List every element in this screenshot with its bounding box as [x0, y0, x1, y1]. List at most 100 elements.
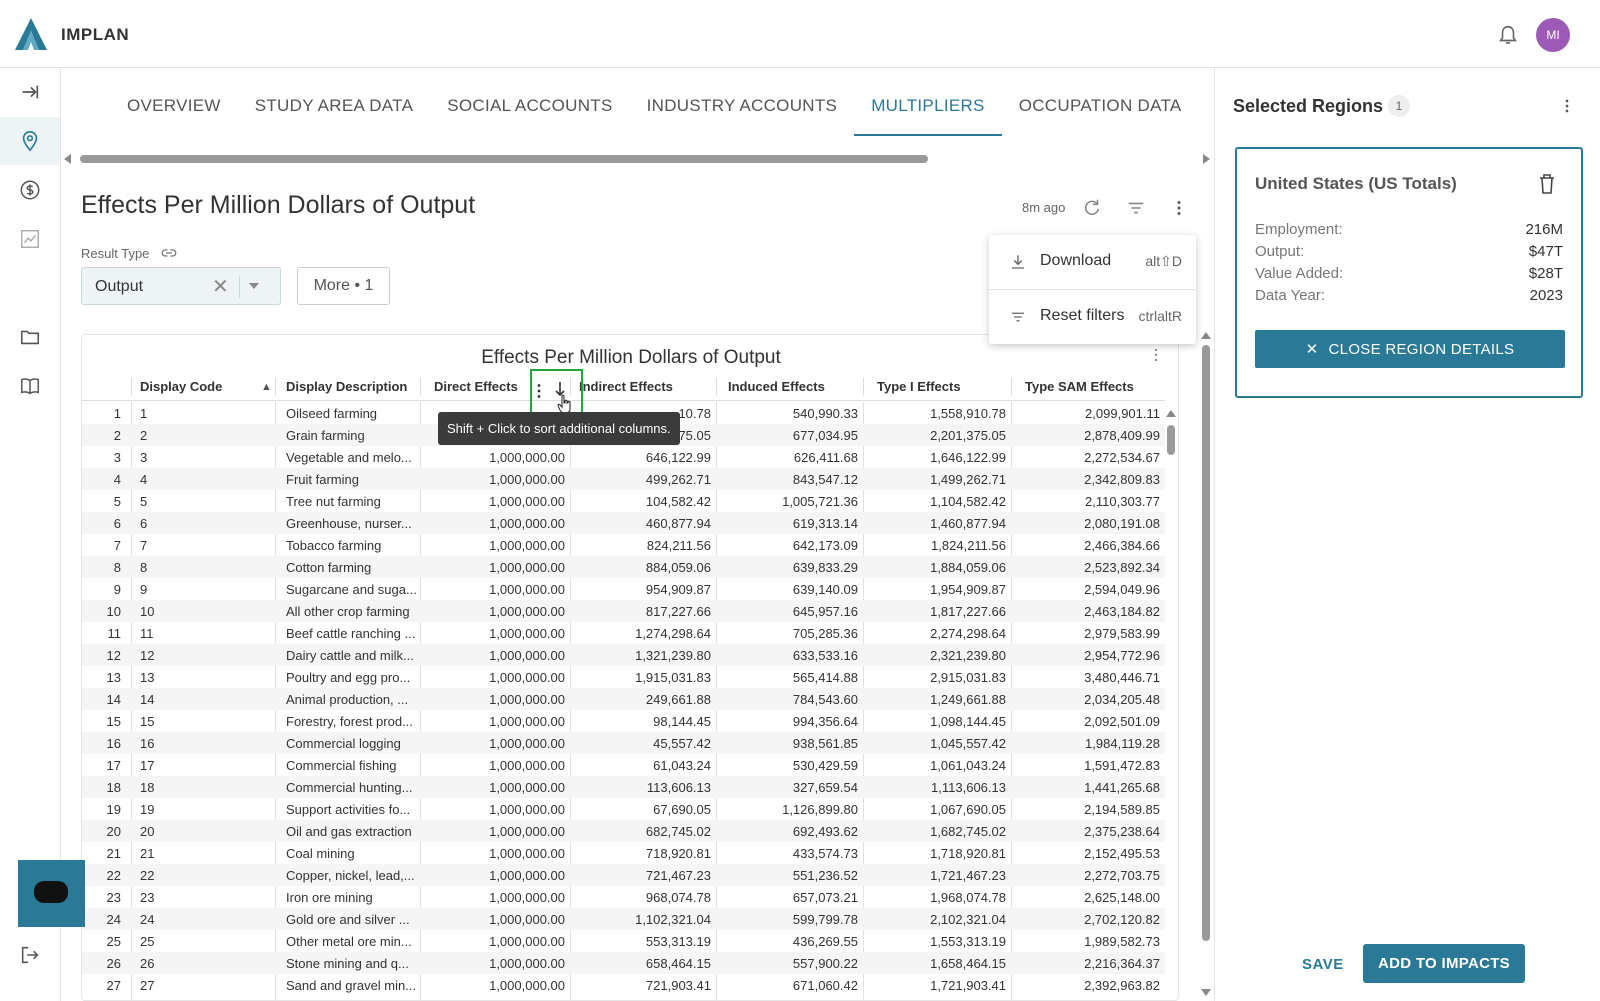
- trash-icon[interactable]: [1538, 173, 1556, 195]
- last-updated: 8m ago: [1022, 200, 1066, 215]
- table-row[interactable]: 27 27 Sand and gravel min... 1,000,000.00 72…: [82, 974, 1165, 996]
- table-row[interactable]: 25 25 Other metal ore min... 1,000,000.00 55…: [82, 930, 1165, 952]
- more-vertical-icon[interactable]: [1168, 197, 1190, 219]
- induced-effects-cell: 433,574.73: [792, 846, 858, 861]
- column-header-direct-effects[interactable]: Direct Effects: [434, 379, 518, 394]
- rail-logout[interactable]: [0, 931, 60, 979]
- table-row[interactable]: 3 3 Vegetable and melo... 1,000,000.00 646,1…: [82, 446, 1165, 468]
- sort-ascending-icon[interactable]: ▲: [261, 381, 272, 393]
- table-row[interactable]: 14 14 Animal production, ... 1,000,000.00 24…: [82, 688, 1165, 710]
- direct-effects-cell: 1,000,000.00: [489, 560, 565, 575]
- close-region-details-button[interactable]: ✕ CLOSE REGION DETAILS: [1255, 330, 1565, 368]
- table-row[interactable]: 23 23 Iron ore mining 1,000,000.00 968,074.7…: [82, 886, 1165, 908]
- induced-effects-cell: 565,414.88: [792, 670, 858, 685]
- display-description-cell: Sand and gravel min...: [286, 978, 416, 993]
- tab-social-accounts[interactable]: SOCIAL ACCOUNTS: [430, 80, 629, 136]
- regions-more-vertical-icon[interactable]: [1557, 96, 1577, 116]
- column-header-type-sam-effects[interactable]: Type SAM Effects: [1025, 379, 1134, 394]
- table-row[interactable]: 9 9 Sugarcane and suga... 1,000,000.00 954,9…: [82, 578, 1165, 600]
- table-row[interactable]: 18 18 Commercial hunting... 1,000,000.00 113…: [82, 776, 1165, 798]
- table-row[interactable]: 24 24 Gold ore and silver ... 1,000,000.00 1…: [82, 908, 1165, 930]
- column-header-indirect-effects[interactable]: Indirect Effects: [579, 379, 673, 394]
- row-number: 11: [107, 626, 122, 641]
- display-code-cell: 19: [140, 802, 155, 817]
- chevron-down-icon[interactable]: [249, 283, 259, 289]
- clear-icon[interactable]: ✕: [212, 274, 229, 299]
- tab-occupation-data[interactable]: OCCUPATION DATA: [1002, 80, 1199, 136]
- expand-icon: [22, 85, 39, 99]
- result-type-select[interactable]: Output ✕: [81, 267, 281, 305]
- row-number: 10: [106, 604, 121, 619]
- direct-effects-cell: 1,000,000.00: [489, 692, 565, 707]
- user-avatar[interactable]: MI: [1536, 18, 1570, 52]
- page-scroll-down-icon[interactable]: [1201, 989, 1211, 996]
- column-header-display-code[interactable]: Display Code: [140, 379, 222, 394]
- column-header-type-i-effects[interactable]: Type I Effects: [877, 379, 961, 394]
- type-i-effects-cell: 1,682,745.02: [930, 824, 1006, 839]
- table-row[interactable]: 8 8 Cotton farming 1,000,000.00 884,059.06 63…: [82, 556, 1165, 578]
- add-to-impacts-button[interactable]: ADD TO IMPACTS: [1363, 944, 1525, 983]
- table-row[interactable]: 21 21 Coal mining 1,000,000.00 718,920.81 433…: [82, 842, 1165, 864]
- tab-industry-accounts[interactable]: INDUSTRY ACCOUNTS: [630, 80, 855, 136]
- chat-button[interactable]: [18, 860, 85, 927]
- table-row[interactable]: 13 13 Poultry and egg pro... 1,000,000.00 1,…: [82, 666, 1165, 688]
- filter-icon[interactable]: [1125, 197, 1147, 219]
- scroll-right-arrow-icon[interactable]: [1203, 154, 1210, 164]
- table-row[interactable]: 19 19 Support activities fo... 1,000,000.00…: [82, 798, 1165, 820]
- scroll-left-arrow-icon[interactable]: [64, 154, 71, 164]
- page-vertical-scrollbar[interactable]: [1202, 345, 1210, 941]
- indirect-effects-cell: 824,211.56: [646, 538, 711, 553]
- table-row[interactable]: 26 26 Stone mining and q... 1,000,000.00 658…: [82, 952, 1165, 974]
- page-scroll-up-icon[interactable]: [1201, 332, 1211, 339]
- table-row[interactable]: 7 7 Tobacco farming 1,000,000.00 824,211.56 6…: [82, 534, 1165, 556]
- type-sam-effects-cell: 2,702,120.82: [1084, 912, 1160, 927]
- refresh-icon[interactable]: [1081, 197, 1103, 219]
- table-row[interactable]: 17 17 Commercial fishing 1,000,000.00 61,043…: [82, 754, 1165, 776]
- induced-effects-cell: 626,411.68: [793, 450, 858, 465]
- grid-header: Display Code ▲ Display Description Direc…: [82, 372, 1165, 401]
- menu-item-reset-filters[interactable]: Reset filters ctrlaltR: [989, 290, 1196, 344]
- type-sam-effects-cell: 2,625,148.00: [1084, 890, 1160, 905]
- grid-vertical-scrollbar[interactable]: [1167, 425, 1175, 455]
- rail-help[interactable]: [0, 362, 60, 410]
- tab-study-area-data[interactable]: STUDY AREA DATA: [238, 80, 431, 136]
- grid-more-vertical-icon[interactable]: [1146, 345, 1166, 365]
- link-icon[interactable]: [160, 244, 178, 262]
- rail-impacts[interactable]: [0, 166, 60, 214]
- indirect-effects-cell: 45,557.42: [653, 736, 711, 751]
- display-code-cell: 18: [140, 780, 155, 795]
- column-header-display-description[interactable]: Display Description: [286, 379, 407, 394]
- table-row[interactable]: 5 5 Tree nut farming 1,000,000.00 104,582.42…: [82, 490, 1165, 512]
- close-region-details-label: CLOSE REGION DETAILS: [1328, 340, 1515, 358]
- grid-scroll-up-icon[interactable]: [1166, 410, 1176, 417]
- rail-projects[interactable]: [0, 313, 60, 361]
- implan-logo-icon[interactable]: [14, 17, 48, 51]
- table-row[interactable]: 22 22 Copper, nickel, lead,... 1,000,000.00…: [82, 864, 1165, 886]
- table-row[interactable]: 6 6 Greenhouse, nurser... 1,000,000.00 460,8…: [82, 512, 1165, 534]
- row-number: 2: [113, 428, 121, 443]
- table-row[interactable]: 10 10 All other crop farming 1,000,000.00 81…: [82, 600, 1165, 622]
- table-row[interactable]: 11 11 Beef cattle ranching ... 1,000,000.00…: [82, 622, 1165, 644]
- direct-effects-cell: 1,000,000.00: [489, 516, 565, 531]
- rail-expand[interactable]: [0, 68, 60, 116]
- result-type-value: Output: [95, 278, 144, 295]
- save-button[interactable]: SAVE: [1302, 956, 1344, 973]
- menu-item-download[interactable]: Download alt⇧D: [989, 235, 1196, 289]
- table-row[interactable]: 12 12 Dairy cattle and milk... 1,000,000.00…: [82, 644, 1165, 666]
- bell-icon[interactable]: [1497, 24, 1519, 46]
- tab-overview[interactable]: OVERVIEW: [110, 80, 238, 136]
- column-header-induced-effects[interactable]: Induced Effects: [728, 379, 825, 394]
- table-row[interactable]: 20 20 Oil and gas extraction 1,000,000.00 68…: [82, 820, 1165, 842]
- tab-multipliers[interactable]: MULTIPLIERS: [854, 80, 1002, 136]
- more-filters-button[interactable]: More • 1: [297, 267, 390, 305]
- type-sam-effects-cell: 1,441,265.68: [1084, 780, 1160, 795]
- table-row[interactable]: 4 4 Fruit farming 1,000,000.00 499,262.71 843…: [82, 468, 1165, 490]
- horizontal-scrollbar[interactable]: [80, 155, 928, 163]
- table-row[interactable]: 16 16 Commercial logging 1,000,000.00 45,557…: [82, 732, 1165, 754]
- column-menu-icon[interactable]: [536, 383, 542, 399]
- type-sam-effects-cell: 1,984,119.28: [1085, 736, 1160, 751]
- rail-results[interactable]: [0, 215, 60, 263]
- rail-regions[interactable]: [0, 117, 60, 165]
- table-row[interactable]: 15 15 Forestry, forest prod... 1,000,000.00…: [82, 710, 1165, 732]
- row-number: 16: [106, 736, 121, 751]
